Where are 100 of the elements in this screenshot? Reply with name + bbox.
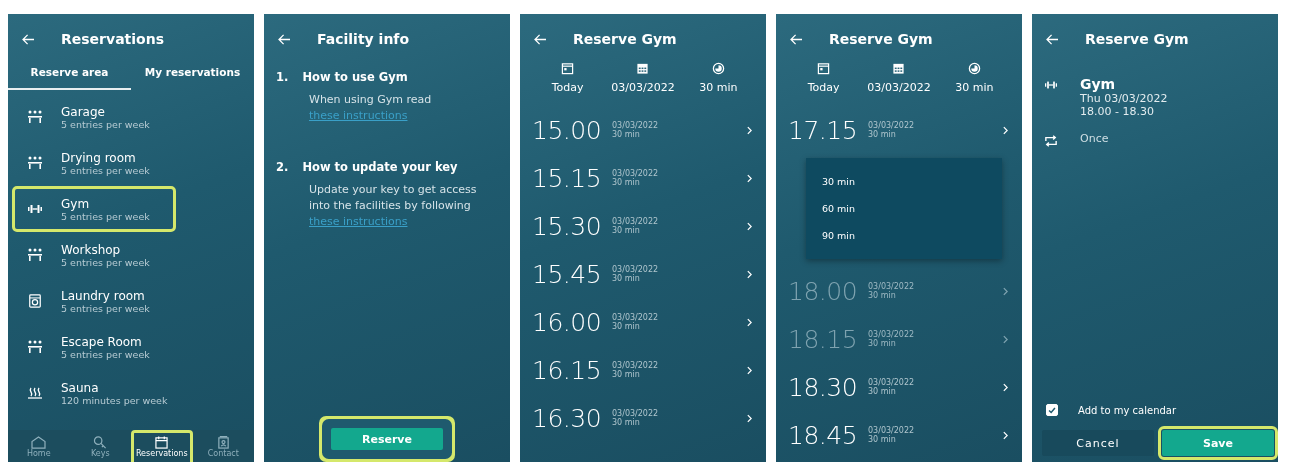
facility-name: Drying room [61, 150, 137, 165]
chevron-right-icon [747, 221, 752, 231]
contact-card-icon [215, 436, 231, 449]
slot-duration: 30 min [612, 178, 641, 187]
time-slot-row[interactable]: 18.30 03/03/2022 30 min [776, 363, 1022, 411]
slot-time: 16.00 [532, 307, 603, 337]
time-slot-row[interactable]: 15.30 03/03/2022 30 min [520, 202, 766, 250]
back-arrow-icon[interactable] [1046, 33, 1059, 45]
facility-quota: 5 entries per week [61, 118, 150, 130]
sauna-heat-icon [27, 386, 43, 400]
slot-time: 18.15 [788, 324, 859, 354]
facility-item[interactable]: Laundry room 5 entries per week [12, 278, 176, 324]
cancel-button[interactable]: Cancel [1042, 430, 1154, 456]
people-at-table-icon [27, 110, 43, 124]
time-slot-row[interactable]: 15.00 03/03/2022 30 min [520, 106, 766, 154]
slot-date: 03/03/2022 [612, 409, 660, 418]
checkbox[interactable] [1046, 404, 1058, 416]
slot-duration: 30 min [612, 274, 641, 283]
facility-name: Gym [1080, 76, 1117, 92]
calendar-day-icon [817, 62, 831, 75]
time-slot-row[interactable]: 17.15 03/03/2022 30 min [776, 106, 1022, 154]
nav-item[interactable]: Keys [69, 430, 131, 462]
slot-time: 15.15 [532, 163, 603, 193]
facility-item[interactable]: Workshop 5 entries per week [12, 232, 176, 278]
time-slot-row[interactable]: 16.30 03/03/2022 30 min [520, 394, 766, 442]
step-number: 2. [276, 160, 289, 174]
facility-name: Laundry room [61, 288, 146, 303]
slot-duration: 30 min [868, 130, 897, 139]
chevron-right-icon [1003, 430, 1008, 440]
time-slot-row[interactable]: 16.15 03/03/2022 30 min [520, 346, 766, 394]
filter-selector[interactable]: 30 min [936, 62, 1012, 106]
slot-date: 03/03/2022 [612, 313, 660, 322]
house-icon [31, 436, 47, 449]
slot-time: 16.30 [532, 403, 603, 433]
filter-selector[interactable]: 30 min [680, 62, 756, 106]
instruction-text: Update your key to get access into the facilities by following these instructions [309, 182, 478, 230]
filter-selector[interactable]: Today [786, 62, 862, 106]
calendar-icon [154, 436, 170, 449]
slot-duration: 30 min [612, 370, 641, 379]
slot-date: 03/03/2022 [868, 426, 916, 435]
facility-item[interactable]: Drying room 5 entries per week [12, 140, 176, 186]
slot-time: 18.00 [788, 276, 859, 306]
back-arrow-icon[interactable] [790, 33, 803, 45]
time-slot-row[interactable]: 15.45 03/03/2022 30 min [520, 250, 766, 298]
facility-item[interactable]: Escape Room 5 entries per week [12, 324, 176, 370]
instruction-text: When using Gym read these instructions [309, 92, 433, 124]
facility-item[interactable]: Gym 5 entries per week [12, 186, 176, 232]
slot-time: 15.45 [532, 259, 603, 289]
menu-option[interactable]: 90 min [806, 222, 1002, 249]
key-icon [92, 436, 108, 449]
calendar-day-icon [561, 62, 575, 75]
slot-duration: 30 min [868, 435, 897, 444]
slot-time: 15.00 [532, 115, 603, 145]
filter-selector[interactable]: 03/03/2022 [861, 62, 937, 106]
chevron-right-icon [1003, 286, 1008, 296]
time-slot-row[interactable]: 18.15 03/03/2022 30 min [776, 315, 1022, 363]
section-heading: How to update your key [302, 160, 458, 174]
people-at-table-icon [27, 248, 43, 262]
repeat-option[interactable]: Once [1080, 132, 1109, 145]
menu-option[interactable]: 60 min [806, 195, 1002, 222]
slot-date: 03/03/2022 [612, 169, 660, 178]
menu-option[interactable]: 30 min [806, 168, 1002, 195]
chevron-right-icon [1003, 334, 1008, 344]
slot-duration: 30 min [612, 226, 641, 235]
filter-selector[interactable]: 03/03/2022 [605, 62, 681, 106]
clock-icon [711, 62, 725, 75]
section-heading: How to use Gym [302, 70, 408, 84]
facility-name: Sauna [61, 380, 100, 395]
facility-item[interactable]: Garage 5 entries per week [12, 94, 176, 140]
facility-name: Gym [61, 196, 91, 211]
tab[interactable]: My reservations [131, 58, 254, 90]
slot-duration: 30 min [868, 387, 897, 396]
facility-quota: 5 entries per week [61, 210, 150, 222]
reservation-time: 18.00 - 18.30 [1080, 105, 1155, 118]
slot-date: 03/03/2022 [868, 378, 916, 387]
time-slot-row[interactable]: 16.00 03/03/2022 30 min [520, 298, 766, 346]
time-slot-row[interactable]: 18.45 03/03/2022 30 min [776, 411, 1022, 459]
slot-time: 17.15 [788, 115, 859, 145]
facility-name: Workshop [61, 242, 122, 257]
screen-title: Reserve Gym [829, 31, 933, 47]
facility-item[interactable]: Sauna 120 minutes per week [12, 370, 176, 416]
facility-quota: 5 entries per week [61, 302, 150, 314]
slot-time: 18.30 [788, 372, 859, 402]
time-slot-row[interactable]: 18.00 03/03/2022 30 min [776, 267, 1022, 315]
slot-date: 03/03/2022 [868, 282, 916, 291]
back-arrow-icon[interactable] [534, 33, 547, 45]
slot-duration: 30 min [612, 130, 641, 139]
time-slot-row[interactable]: 15.15 03/03/2022 30 min [520, 154, 766, 202]
screen-title: Reserve Gym [573, 31, 677, 47]
tab[interactable]: Reserve area [8, 58, 131, 90]
filter-selector[interactable]: Today [530, 62, 606, 106]
people-at-table-icon [27, 156, 43, 170]
chevron-right-icon [747, 269, 752, 279]
calendar-icon [636, 62, 650, 75]
nav-item[interactable]: Home [8, 430, 70, 462]
slot-time: 15.30 [532, 211, 603, 241]
back-arrow-icon[interactable] [278, 33, 291, 45]
nav-item[interactable]: Contact [192, 430, 254, 462]
back-arrow-icon[interactable] [22, 33, 35, 45]
nav-item[interactable]: Reservations [131, 430, 193, 462]
